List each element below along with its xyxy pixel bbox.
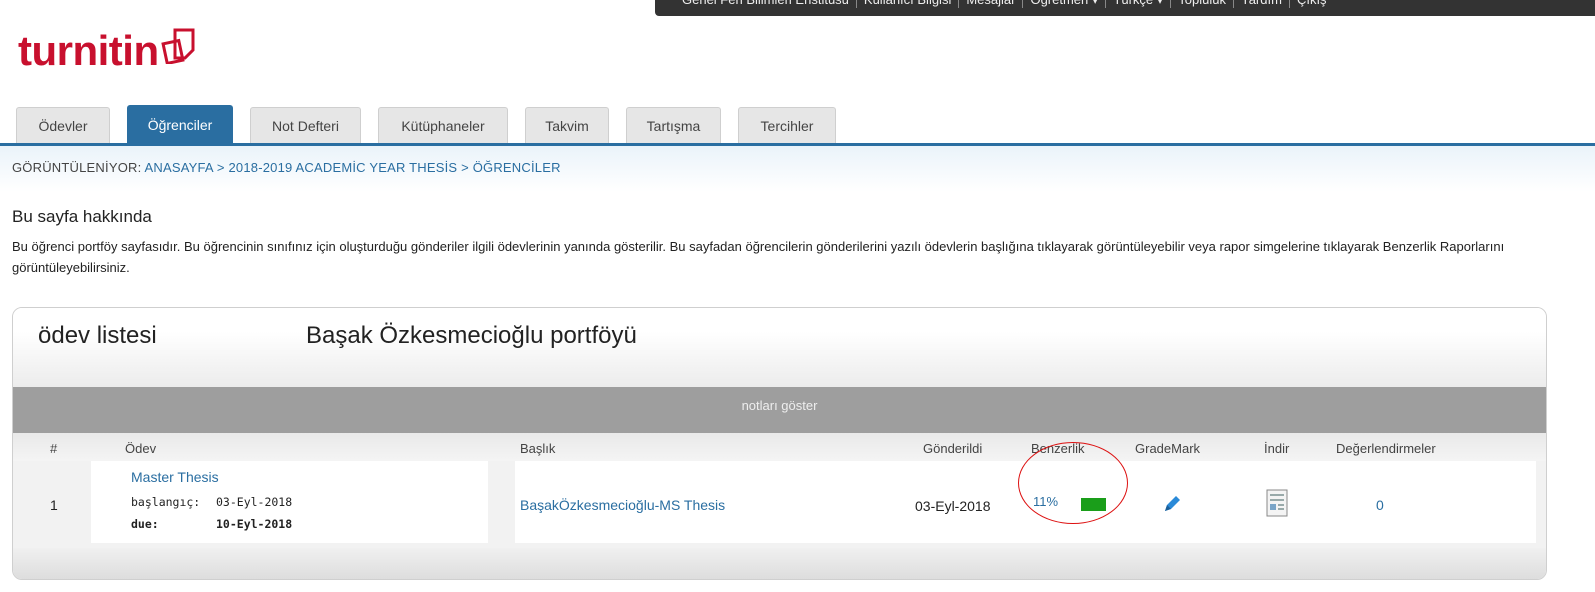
topbar-community-link[interactable]: Topluluk bbox=[1171, 0, 1234, 8]
about-text: Bu öğrenci portföy sayfasıdır. Bu öğrenc… bbox=[12, 239, 1505, 275]
topbar-messages-link[interactable]: Mesajlar bbox=[959, 0, 1024, 8]
tab-libraries[interactable]: Kütüphaneler bbox=[378, 107, 508, 143]
col-title: Başlık bbox=[520, 441, 556, 456]
assignment-title-link[interactable]: Master Thesis bbox=[131, 469, 219, 485]
student-portfolio-title: Başak Özkesmecioğlu portföyü bbox=[306, 322, 637, 349]
topbar-institution-link[interactable]: Genel Fen Bilimleri Enstitüsü bbox=[675, 0, 857, 8]
evaluations-count-link[interactable]: 0 bbox=[1376, 497, 1384, 513]
assignment-list-title: ödev listesi bbox=[38, 322, 157, 349]
col-grademark: GradeMark bbox=[1135, 441, 1201, 456]
start-date: 03-Eyl-2018 bbox=[216, 495, 293, 509]
table-header: # Ödev Başlık Gönderildi Benzerlik Grade… bbox=[13, 433, 1546, 461]
col-download: İndir bbox=[1264, 441, 1290, 456]
about-title: Bu sayfa hakkında bbox=[12, 207, 152, 226]
turnitin-logo-icon bbox=[160, 24, 201, 69]
breadcrumb-label: GÖRÜNTÜLENİYOR: bbox=[12, 160, 142, 175]
start-label: başlangıç: bbox=[131, 495, 201, 509]
card-header: ödev listesi Başak Özkesmecioğlu portföy… bbox=[13, 308, 1546, 387]
due-date: 10-Eyl-2018 bbox=[216, 517, 293, 531]
portfolio-card: ödev listesi Başak Özkesmecioğlu portföy… bbox=[12, 307, 1547, 580]
document-download-icon[interactable] bbox=[1266, 489, 1288, 522]
topbar-logout-link[interactable]: Çıkış bbox=[1290, 0, 1334, 8]
col-submitted: Gönderildi bbox=[923, 441, 983, 456]
breadcrumb: GÖRÜNTÜLENİYOR: ANASAYFA > 2018-2019 ACA… bbox=[12, 160, 561, 175]
topbar-role-dropdown[interactable]: Öğretmen ▾ bbox=[1023, 0, 1107, 8]
due-label: due: bbox=[131, 517, 159, 531]
col-evaluations: Değerlendirmeler bbox=[1336, 441, 1436, 456]
submission-title-link[interactable]: BaşakÖzkesmecioğlu-MS Thesis bbox=[520, 497, 725, 513]
tab-preferences[interactable]: Tercihler bbox=[738, 107, 836, 143]
show-notes-bar[interactable]: notları göster bbox=[13, 387, 1546, 433]
table-row: 1 Master Thesis başlangıç: 03-Eyl-2018 d… bbox=[13, 461, 1546, 548]
tab-calendar[interactable]: Takvim bbox=[525, 107, 609, 143]
tab-gradebook[interactable]: Not Defteri bbox=[250, 107, 361, 143]
annotation-ellipse bbox=[1018, 442, 1128, 524]
show-notes-label[interactable]: notları göster bbox=[742, 398, 818, 413]
breadcrumb-path[interactable]: ANASAYFA > 2018-2019 ACADEMİC YEAR THESİ… bbox=[145, 160, 561, 175]
row-number: 1 bbox=[50, 497, 58, 513]
topbar-language-dropdown[interactable]: Türkçe ▾ bbox=[1106, 0, 1172, 8]
user-topbar: Genel Fen Bilimleri Enstitüsü Kullanıcı … bbox=[655, 0, 1595, 16]
logo-text: turnitin bbox=[18, 27, 159, 74]
pencil-icon[interactable] bbox=[1161, 493, 1183, 520]
col-num: # bbox=[50, 441, 58, 456]
topbar-help-link[interactable]: Yardım bbox=[1234, 0, 1290, 8]
tab-students[interactable]: Öğrenciler bbox=[127, 105, 233, 143]
tab-discussion[interactable]: Tartışma bbox=[626, 107, 721, 143]
col-assignment: Ödev bbox=[125, 441, 157, 456]
card-footer bbox=[13, 548, 1546, 579]
topbar-user-info-link[interactable]: Kullanıcı Bilgisi bbox=[857, 0, 960, 8]
turnitin-logo[interactable]: turnitin bbox=[18, 24, 201, 75]
submitted-date: 03-Eyl-2018 bbox=[915, 498, 991, 514]
tab-assignments[interactable]: Ödevler bbox=[16, 107, 110, 143]
main-tabs: Ödevler Öğrenciler Not Defteri Kütüphane… bbox=[16, 105, 853, 143]
